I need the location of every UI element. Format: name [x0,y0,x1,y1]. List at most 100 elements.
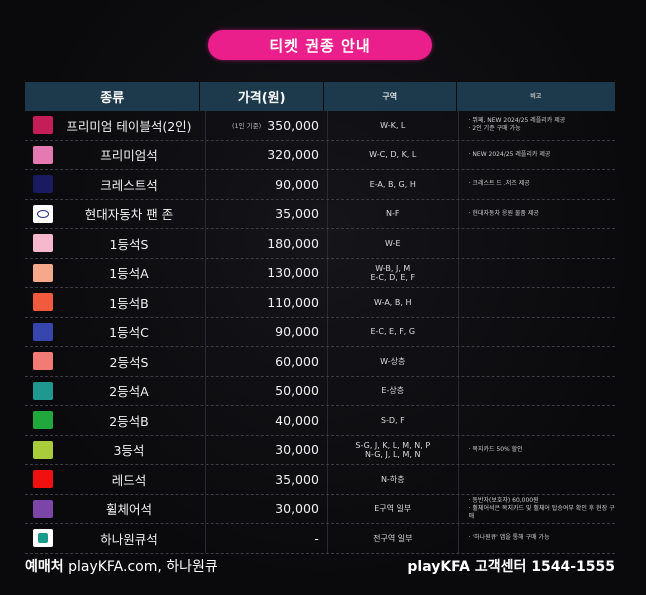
price-cell: (1인 기준) 350,000 [206,111,328,140]
ticket-name: 3등석 [113,443,145,459]
zone-cell: E-상층 [328,376,459,405]
zone-line: E-상층 [381,386,405,396]
ticket-name: 프리미엄 테이블석(2인) [66,118,192,134]
zone-cell: E구역 일부 [328,494,459,523]
price: 35,000 [275,471,319,487]
price-cell: 110,000 [206,288,328,317]
ticket-name: 휠체어석 [105,502,152,518]
color-swatch [33,411,53,430]
ticket-table: 종류 가격(원) 구역 비고 프리미엄 테이블석(2인) (1인 기준) 350,0… [25,82,615,554]
type-cell: 1등석S [25,229,206,258]
ticket-name: 2등석B [109,413,149,429]
header-notes: 비고 [530,92,542,100]
price: 35,000 [275,206,319,222]
zone-line: W-C, D, K, L [369,150,417,160]
price-cell: 30,000 [206,494,328,523]
price: 30,000 [275,442,319,458]
notes-cell [459,465,615,494]
price-basis: (1인 기준) [232,122,262,131]
table-row: 1등석C 90,000 E-C, E, F, G [25,317,615,347]
color-swatch [33,322,53,341]
table-row: 2등석A 50,000 E-상층 [25,376,615,406]
price-cell: 35,000 [206,465,328,494]
zone-cell: W-K, L [328,111,459,140]
notes-cell: · NEW 2024/25 레플리카 제공 [459,141,615,170]
footer-vendor: 예매처 playKFA.com, 하나원큐 [25,556,218,576]
color-swatch [33,293,53,312]
header-zone: 구역 [324,82,457,111]
price-cell: 30,000 [206,435,328,464]
hyundai-logo-icon [33,204,53,223]
notes-cell [459,229,615,258]
note-line: · NEW 2024/25 레플리카 제공 [468,150,551,158]
zone-line: N-하층 [380,474,405,484]
table-row: 1등석B 110,000 W-A, B, H [25,288,615,318]
zone-cell: N-하층 [328,465,459,494]
zone-cell: W-A, B, H [328,288,459,317]
price: 90,000 [275,176,319,192]
price: 60,000 [275,353,319,369]
ticket-name: 프리미엄석 [100,148,158,164]
price-cell: 180,000 [206,229,328,258]
table-row: 1등석A 130,000 W-B, J, M E-C, D, E, F [25,258,615,288]
header-type: 종류 [25,82,201,111]
ticket-name: 1등석C [109,325,149,341]
color-swatch [33,352,53,371]
header-price: 가격(원) [200,82,324,111]
zone-cell: W-C, D, K, L [328,140,459,169]
price: 50,000 [275,383,319,399]
price: 40,000 [275,412,319,428]
color-swatch [33,145,53,164]
ticket-name: 2등석S [109,354,149,370]
note-line: · 동반자(보호자) 60,000원 [468,496,539,504]
color-swatch [33,470,53,489]
note-line: · 현대자동차 응원 물품 제공 [468,209,539,217]
type-cell: 3등석 [25,435,206,464]
page-title: 티켓 권종 안내 [208,30,432,60]
ticket-name: 1등석B [109,295,149,311]
table-row: 3등석 30,000 S-G, J, K, L, M, N, P N-G, J, L,… [25,435,615,465]
price: 350,000 [267,117,319,133]
price-cell: 60,000 [206,347,328,376]
ticket-name: 2등석A [109,384,149,400]
zone-line: E구역 일부 [374,504,412,514]
zone-line: E-C, E, F, G [370,327,416,337]
notes-cell: · 동반자(보호자) 60,000원 · 휠체어석은 복지카드 및 휠체어 탑승여… [459,495,615,524]
vendor-text: playKFA.com, 하나원큐 [68,559,218,575]
vendor-label: 예매처 [25,559,64,575]
notes-cell [459,288,615,317]
zone-line: W-상층 [380,356,406,366]
type-cell: 레드석 [25,465,206,494]
zone-line: W-K, L [380,120,406,130]
notes-cell [459,347,615,376]
zone-cell: E-C, E, F, G [328,317,459,346]
zone-line: E-A, B, G, H [369,179,416,189]
type-cell: 프리미엄석 [25,140,206,169]
note-line: · '하나원큐' 앱을 통해 구매 가능 [468,534,550,542]
notes-cell: · 크레스트 드 .저즈 제공 [459,170,615,199]
zone-line: S-D, F [380,415,405,425]
ticket-name: 크레스트석 [100,177,158,193]
type-cell: 프리미엄 테이블석(2인) [25,111,206,140]
price: - [314,530,319,546]
notes-cell [459,259,615,288]
price-cell: 40,000 [206,406,328,435]
price: 110,000 [267,294,319,310]
type-cell: 1등석C [25,317,206,346]
color-swatch [33,263,53,282]
type-cell: 1등석A [25,258,206,287]
zone-cell: 전구역 일부 [328,524,459,553]
note-line: · 2인 기준 구매 가능 [468,125,521,133]
color-swatch [33,234,53,253]
type-cell: 1등석B [25,288,206,317]
zone-cell: E-A, B, G, H [328,170,459,199]
price: 90,000 [275,324,319,340]
table-row: 크레스트석 90,000 E-A, B, G, H · 크레스트 드 .저즈 제공 [25,170,615,200]
table-row: 2등석S 60,000 W-상층 [25,347,615,377]
type-cell: 크레스트석 [25,170,206,199]
type-cell: 2등석A [25,376,206,405]
color-swatch [33,381,53,400]
zone-cell: W-상층 [328,347,459,376]
zone-line: N-G, J, L, M, N [365,449,421,459]
note-line: · 휠체어석은 복지카드 및 휠체어 탑승여부 확인 후 현장 구매 [468,504,615,520]
